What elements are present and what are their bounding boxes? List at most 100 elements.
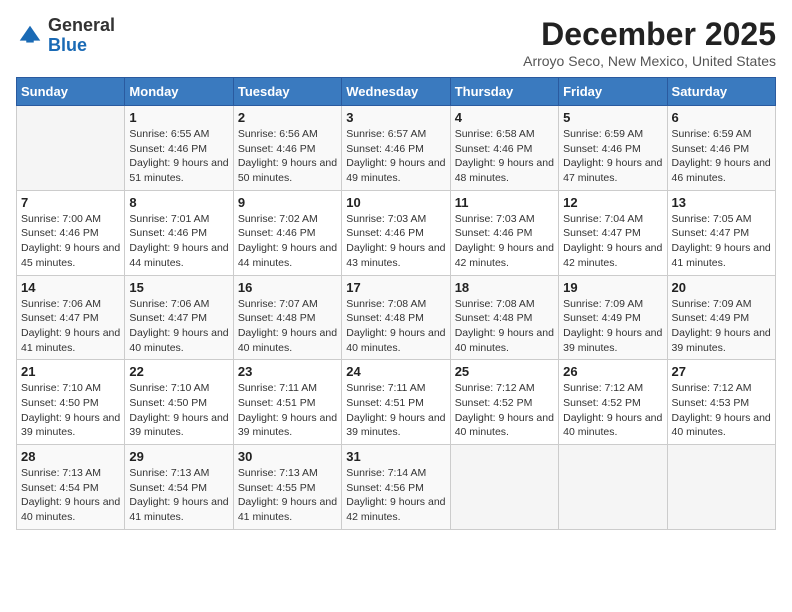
day-info: Sunrise: 7:08 AMSunset: 4:48 PMDaylight:… (346, 297, 445, 356)
calendar-cell: 24 Sunrise: 7:11 AMSunset: 4:51 PMDayligh… (342, 360, 450, 445)
calendar-cell: 20 Sunrise: 7:09 AMSunset: 4:49 PMDayligh… (667, 275, 775, 360)
logo-text: General Blue (48, 16, 115, 56)
day-number: 11 (455, 195, 554, 210)
day-info: Sunrise: 7:14 AMSunset: 4:56 PMDaylight:… (346, 466, 445, 525)
day-number: 16 (238, 280, 337, 295)
day-info: Sunrise: 7:00 AMSunset: 4:46 PMDaylight:… (21, 212, 120, 271)
calendar-cell: 21Sunrise: 7:10 AMSunset: 4:50 PMDayligh… (17, 360, 125, 445)
calendar-cell: 23 Sunrise: 7:11 AMSunset: 4:51 PMDayligh… (233, 360, 341, 445)
day-number: 12 (563, 195, 662, 210)
week-row-3: 21Sunrise: 7:10 AMSunset: 4:50 PMDayligh… (17, 360, 776, 445)
day-number: 24 (346, 364, 445, 379)
day-info: Sunrise: 7:04 AMSunset: 4:47 PMDaylight:… (563, 212, 662, 271)
day-number: 28 (21, 449, 120, 464)
day-info: Sunrise: 7:13 AMSunset: 4:55 PMDaylight:… (238, 466, 337, 525)
day-number: 23 (238, 364, 337, 379)
day-number: 17 (346, 280, 445, 295)
calendar-cell: 16 Sunrise: 7:07 AMSunset: 4:48 PMDayligh… (233, 275, 341, 360)
calendar-cell: 5 Sunrise: 6:59 AMSunset: 4:46 PMDaylight… (559, 106, 667, 191)
calendar-cell (450, 445, 558, 530)
week-row-0: 1Sunrise: 6:55 AMSunset: 4:46 PMDaylight… (17, 106, 776, 191)
day-number: 13 (672, 195, 771, 210)
day-number: 8 (129, 195, 228, 210)
day-info: Sunrise: 7:03 AMSunset: 4:46 PMDaylight:… (346, 212, 445, 271)
calendar-cell: 3 Sunrise: 6:57 AMSunset: 4:46 PMDaylight… (342, 106, 450, 191)
day-info: Sunrise: 6:57 AMSunset: 4:46 PMDaylight:… (346, 127, 445, 186)
weekday-header-saturday: Saturday (667, 78, 775, 106)
calendar-cell: 13 Sunrise: 7:05 AMSunset: 4:47 PMDayligh… (667, 190, 775, 275)
logo-blue: Blue (48, 35, 87, 55)
logo-icon (16, 22, 44, 50)
day-info: Sunrise: 7:12 AMSunset: 4:52 PMDaylight:… (563, 381, 662, 440)
day-number: 5 (563, 110, 662, 125)
day-info: Sunrise: 7:11 AMSunset: 4:51 PMDaylight:… (346, 381, 445, 440)
weekday-header-monday: Monday (125, 78, 233, 106)
day-info: Sunrise: 7:13 AMSunset: 4:54 PMDaylight:… (21, 466, 120, 525)
day-info: Sunrise: 7:12 AMSunset: 4:52 PMDaylight:… (455, 381, 554, 440)
calendar-cell: 2Sunrise: 6:56 AMSunset: 4:46 PMDaylight… (233, 106, 341, 191)
calendar-cell: 11 Sunrise: 7:03 AMSunset: 4:46 PMDayligh… (450, 190, 558, 275)
day-info: Sunrise: 7:08 AMSunset: 4:48 PMDaylight:… (455, 297, 554, 356)
weekday-header-sunday: Sunday (17, 78, 125, 106)
calendar-cell: 22Sunrise: 7:10 AMSunset: 4:50 PMDayligh… (125, 360, 233, 445)
month-title: December 2025 (523, 16, 776, 53)
day-info: Sunrise: 6:59 AMSunset: 4:46 PMDaylight:… (563, 127, 662, 186)
calendar-cell: 8Sunrise: 7:01 AMSunset: 4:46 PMDaylight… (125, 190, 233, 275)
day-number: 31 (346, 449, 445, 464)
calendar-cell: 17 Sunrise: 7:08 AMSunset: 4:48 PMDayligh… (342, 275, 450, 360)
calendar-cell: 12 Sunrise: 7:04 AMSunset: 4:47 PMDayligh… (559, 190, 667, 275)
weekday-header-friday: Friday (559, 78, 667, 106)
calendar-cell: 28 Sunrise: 7:13 AMSunset: 4:54 PMDayligh… (17, 445, 125, 530)
calendar-cell: 9Sunrise: 7:02 AMSunset: 4:46 PMDaylight… (233, 190, 341, 275)
day-info: Sunrise: 7:10 AMSunset: 4:50 PMDaylight:… (21, 381, 120, 440)
day-number: 10 (346, 195, 445, 210)
day-info: Sunrise: 7:05 AMSunset: 4:47 PMDaylight:… (672, 212, 771, 271)
page-header: General Blue December 2025 Arroyo Seco, … (16, 16, 776, 69)
weekday-header-wednesday: Wednesday (342, 78, 450, 106)
day-number: 29 (129, 449, 228, 464)
calendar-table: SundayMondayTuesdayWednesdayThursdayFrid… (16, 77, 776, 530)
day-info: Sunrise: 7:09 AMSunset: 4:49 PMDaylight:… (672, 297, 771, 356)
calendar-cell: 18 Sunrise: 7:08 AMSunset: 4:48 PMDayligh… (450, 275, 558, 360)
calendar-cell: 6 Sunrise: 6:59 AMSunset: 4:46 PMDaylight… (667, 106, 775, 191)
week-row-2: 14Sunrise: 7:06 AMSunset: 4:47 PMDayligh… (17, 275, 776, 360)
day-info: Sunrise: 7:13 AMSunset: 4:54 PMDaylight:… (129, 466, 228, 525)
day-number: 2 (238, 110, 337, 125)
calendar-cell: 27 Sunrise: 7:12 AMSunset: 4:53 PMDayligh… (667, 360, 775, 445)
title-block: December 2025 Arroyo Seco, New Mexico, U… (523, 16, 776, 69)
weekday-header-tuesday: Tuesday (233, 78, 341, 106)
day-number: 1 (129, 110, 228, 125)
day-info: Sunrise: 7:12 AMSunset: 4:53 PMDaylight:… (672, 381, 771, 440)
calendar-cell: 29 Sunrise: 7:13 AMSunset: 4:54 PMDayligh… (125, 445, 233, 530)
day-number: 19 (563, 280, 662, 295)
calendar-cell: 31 Sunrise: 7:14 AMSunset: 4:56 PMDayligh… (342, 445, 450, 530)
day-number: 6 (672, 110, 771, 125)
day-number: 9 (238, 195, 337, 210)
day-number: 26 (563, 364, 662, 379)
day-number: 25 (455, 364, 554, 379)
day-info: Sunrise: 7:07 AMSunset: 4:48 PMDaylight:… (238, 297, 337, 356)
day-number: 18 (455, 280, 554, 295)
calendar-cell: 10 Sunrise: 7:03 AMSunset: 4:46 PMDayligh… (342, 190, 450, 275)
day-number: 3 (346, 110, 445, 125)
location: Arroyo Seco, New Mexico, United States (523, 53, 776, 69)
day-info: Sunrise: 6:59 AMSunset: 4:46 PMDaylight:… (672, 127, 771, 186)
day-info: Sunrise: 7:06 AMSunset: 4:47 PMDaylight:… (21, 297, 120, 356)
day-number: 27 (672, 364, 771, 379)
calendar-cell: 25 Sunrise: 7:12 AMSunset: 4:52 PMDayligh… (450, 360, 558, 445)
calendar-cell: 30 Sunrise: 7:13 AMSunset: 4:55 PMDayligh… (233, 445, 341, 530)
weekday-header-thursday: Thursday (450, 78, 558, 106)
calendar-cell (667, 445, 775, 530)
day-info: Sunrise: 7:03 AMSunset: 4:46 PMDaylight:… (455, 212, 554, 271)
logo-general: General (48, 15, 115, 35)
calendar-cell: 19Sunrise: 7:09 AMSunset: 4:49 PMDayligh… (559, 275, 667, 360)
day-number: 20 (672, 280, 771, 295)
calendar-cell: 14Sunrise: 7:06 AMSunset: 4:47 PMDayligh… (17, 275, 125, 360)
week-row-4: 28 Sunrise: 7:13 AMSunset: 4:54 PMDayligh… (17, 445, 776, 530)
day-info: Sunrise: 7:10 AMSunset: 4:50 PMDaylight:… (129, 381, 228, 440)
day-info: Sunrise: 7:11 AMSunset: 4:51 PMDaylight:… (238, 381, 337, 440)
day-number: 30 (238, 449, 337, 464)
day-number: 7 (21, 195, 120, 210)
day-info: Sunrise: 6:58 AMSunset: 4:46 PMDaylight:… (455, 127, 554, 186)
calendar-cell: 15Sunrise: 7:06 AMSunset: 4:47 PMDayligh… (125, 275, 233, 360)
